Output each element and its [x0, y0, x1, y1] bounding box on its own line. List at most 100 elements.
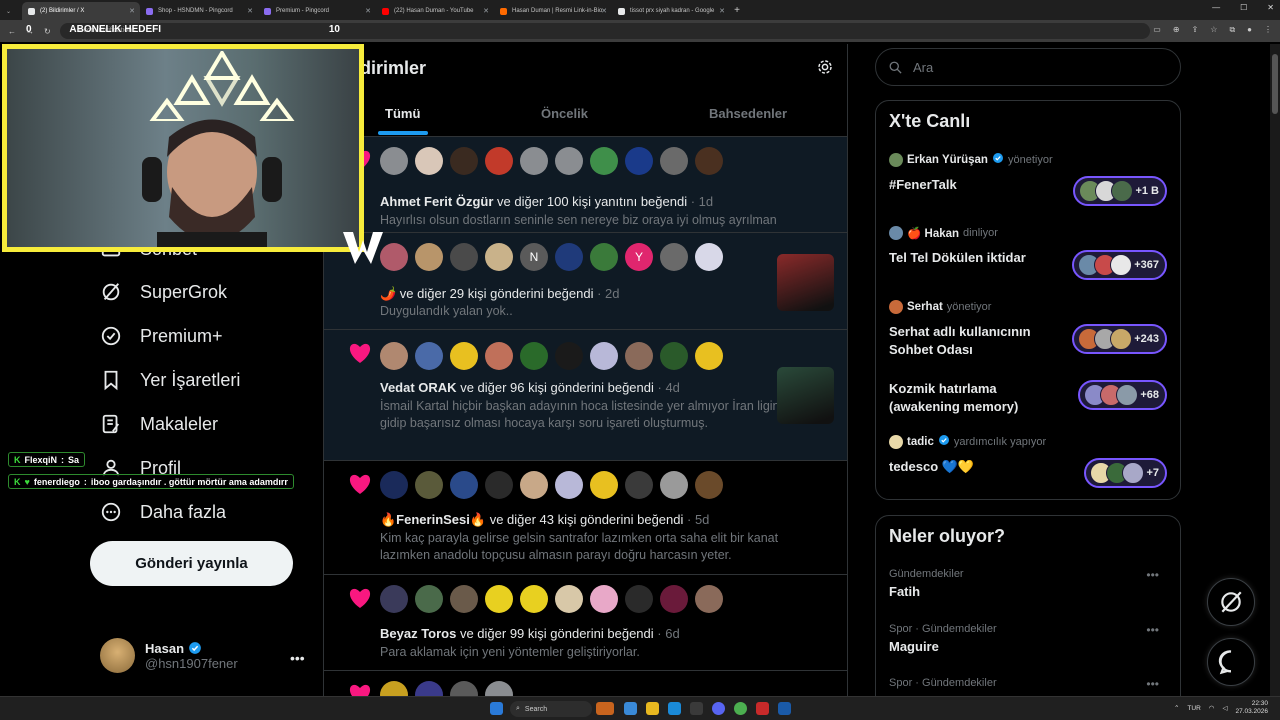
- avatar[interactable]: [450, 243, 478, 271]
- avatar[interactable]: [590, 243, 618, 271]
- listeners-pill[interactable]: +1 B: [1073, 176, 1167, 206]
- more-icon[interactable]: •••: [1146, 677, 1159, 691]
- widget-icon[interactable]: [596, 702, 614, 715]
- app-icon[interactable]: [690, 702, 703, 715]
- browser-tab[interactable]: tissot prx siyah kadran - Google ✕: [612, 2, 730, 20]
- gear-icon[interactable]: [816, 58, 834, 76]
- avatar[interactable]: [695, 342, 723, 370]
- avatar[interactable]: [485, 147, 513, 175]
- avatar[interactable]: [485, 243, 513, 271]
- close-tab-icon[interactable]: ✕: [483, 7, 489, 15]
- avatar[interactable]: [380, 147, 408, 175]
- avatar[interactable]: [415, 471, 443, 499]
- back-button[interactable]: ←: [8, 27, 16, 36]
- avatar[interactable]: [380, 471, 408, 499]
- avatar[interactable]: [520, 342, 548, 370]
- language-indicator[interactable]: TUR: [1187, 705, 1200, 712]
- nav-item-supergrok[interactable]: SuperGrok: [100, 281, 227, 303]
- bookmark-star-icon[interactable]: ☆: [1210, 25, 1217, 35]
- more-icon[interactable]: •••: [1146, 568, 1159, 582]
- grok-fab[interactable]: [1207, 578, 1255, 626]
- avatar[interactable]: [415, 585, 443, 613]
- trend-item[interactable]: Spor · Gündemdekiler •••: [889, 677, 1169, 693]
- maximize-button[interactable]: ☐: [1240, 3, 1247, 12]
- actor-name[interactable]: Beyaz Toros: [380, 626, 456, 641]
- listeners-pill[interactable]: +367: [1072, 250, 1167, 280]
- avatar[interactable]: [380, 585, 408, 613]
- notification-item[interactable]: 🔥FenerinSesi🔥 ve diğer 43 kişi gönderini…: [324, 461, 847, 575]
- avatar[interactable]: [625, 585, 653, 613]
- avatar[interactable]: [625, 342, 653, 370]
- avatar[interactable]: [415, 147, 443, 175]
- avatar[interactable]: [590, 147, 618, 175]
- explorer-icon[interactable]: [646, 702, 659, 715]
- avatar[interactable]: [450, 585, 478, 613]
- notification-item[interactable]: Vedat ORAK ve diğer 96 kişi gönderini be…: [324, 330, 847, 461]
- start-icon[interactable]: [490, 702, 503, 715]
- avatar[interactable]: [555, 243, 583, 271]
- new-tab-button[interactable]: +: [730, 5, 744, 16]
- account-switcher[interactable]: Hasan @hsn1907fener: [100, 638, 238, 673]
- post-button[interactable]: Gönderi yayınla: [90, 541, 293, 586]
- avatar[interactable]: [450, 342, 478, 370]
- browser-tab[interactable]: Shop - HSNDMN - Pingcord ✕: [140, 2, 258, 20]
- taskbar-search[interactable]: ⌕ Search: [510, 701, 592, 717]
- avatar[interactable]: [695, 585, 723, 613]
- messages-fab[interactable]: [1207, 638, 1255, 686]
- clock[interactable]: 22:30 27.03.2026: [1235, 700, 1268, 716]
- minimize-button[interactable]: —: [1212, 3, 1220, 12]
- avatar[interactable]: [520, 471, 548, 499]
- avatar[interactable]: [520, 147, 548, 175]
- tab-mentions[interactable]: Bahsedenler: [709, 106, 787, 121]
- browser-tab[interactable]: Hasan Duman | Resmi Link-in-Bio ✕: [494, 2, 612, 20]
- avatar[interactable]: [660, 585, 688, 613]
- more-icon[interactable]: •••: [290, 650, 305, 666]
- avatar[interactable]: [695, 471, 723, 499]
- avatar[interactable]: [625, 471, 653, 499]
- avatar[interactable]: [485, 342, 513, 370]
- scrollbar[interactable]: [1270, 44, 1280, 696]
- volume-icon[interactable]: ◁: [1222, 704, 1227, 712]
- actor-name[interactable]: 🌶️: [380, 286, 396, 301]
- browser-menu-icon[interactable]: ⌄: [0, 2, 22, 20]
- close-tab-icon[interactable]: ✕: [719, 7, 725, 15]
- avatar[interactable]: [415, 243, 443, 271]
- live-space-item[interactable]: Erkan Yürüşan yönetiyor #FenerTalk +1 B: [889, 152, 1169, 212]
- notification-item[interactable]: Beyaz Toros ve diğer 99 kişi gönderini b…: [324, 575, 847, 671]
- browser-tab[interactable]: (2) Bildirimler / X ✕: [22, 2, 140, 20]
- live-space-item[interactable]: 🍎 Hakan dinliyor Tel Tel Dökülen iktidar +3…: [889, 226, 1169, 286]
- actor-name[interactable]: Vedat ORAK: [380, 380, 457, 395]
- actor-name[interactable]: Ahmet Ferit Özgür: [380, 194, 493, 209]
- avatar[interactable]: [590, 471, 618, 499]
- search-input[interactable]: Ara: [875, 48, 1181, 86]
- browser-tab[interactable]: Premium - Pingcord ✕: [258, 2, 376, 20]
- chrome-icon[interactable]: [734, 702, 747, 715]
- edge-icon[interactable]: [668, 702, 681, 715]
- nav-item-articles[interactable]: Makaleler: [100, 413, 218, 435]
- share-icon[interactable]: ⇪: [1192, 25, 1199, 35]
- avatar[interactable]: [555, 147, 583, 175]
- avatar[interactable]: [695, 243, 723, 271]
- avatar[interactable]: [450, 147, 478, 175]
- avatar[interactable]: [450, 471, 478, 499]
- notification-item[interactable]: N Y 🌶️ ve diğer 29 kişi gönderini beğendi …: [324, 233, 847, 330]
- avatar[interactable]: [555, 471, 583, 499]
- avatar[interactable]: Y: [625, 243, 653, 271]
- live-space-item[interactable]: Serhat yönetiyor Serhat adlı kullanıcının …: [889, 300, 1169, 360]
- nav-item-more[interactable]: Daha fazla: [100, 501, 226, 523]
- post-thumbnail[interactable]: [777, 254, 834, 311]
- avatar[interactable]: [485, 471, 513, 499]
- avatar[interactable]: [660, 471, 688, 499]
- close-tab-icon[interactable]: ✕: [129, 7, 135, 15]
- nav-item-premium[interactable]: Premium+: [100, 325, 223, 347]
- close-tab-icon[interactable]: ✕: [365, 7, 371, 15]
- live-space-item[interactable]: Kozmik hatırlama (awakening memory) +68: [889, 380, 1169, 440]
- close-tab-icon[interactable]: ✕: [247, 7, 253, 15]
- avatar[interactable]: [695, 147, 723, 175]
- app-icon-3[interactable]: [778, 702, 791, 715]
- close-tab-icon[interactable]: ✕: [601, 7, 607, 15]
- actor-name[interactable]: 🔥FenerinSesi🔥: [380, 512, 486, 527]
- avatar[interactable]: [485, 585, 513, 613]
- avatar[interactable]: [660, 342, 688, 370]
- taskview-icon[interactable]: [624, 702, 637, 715]
